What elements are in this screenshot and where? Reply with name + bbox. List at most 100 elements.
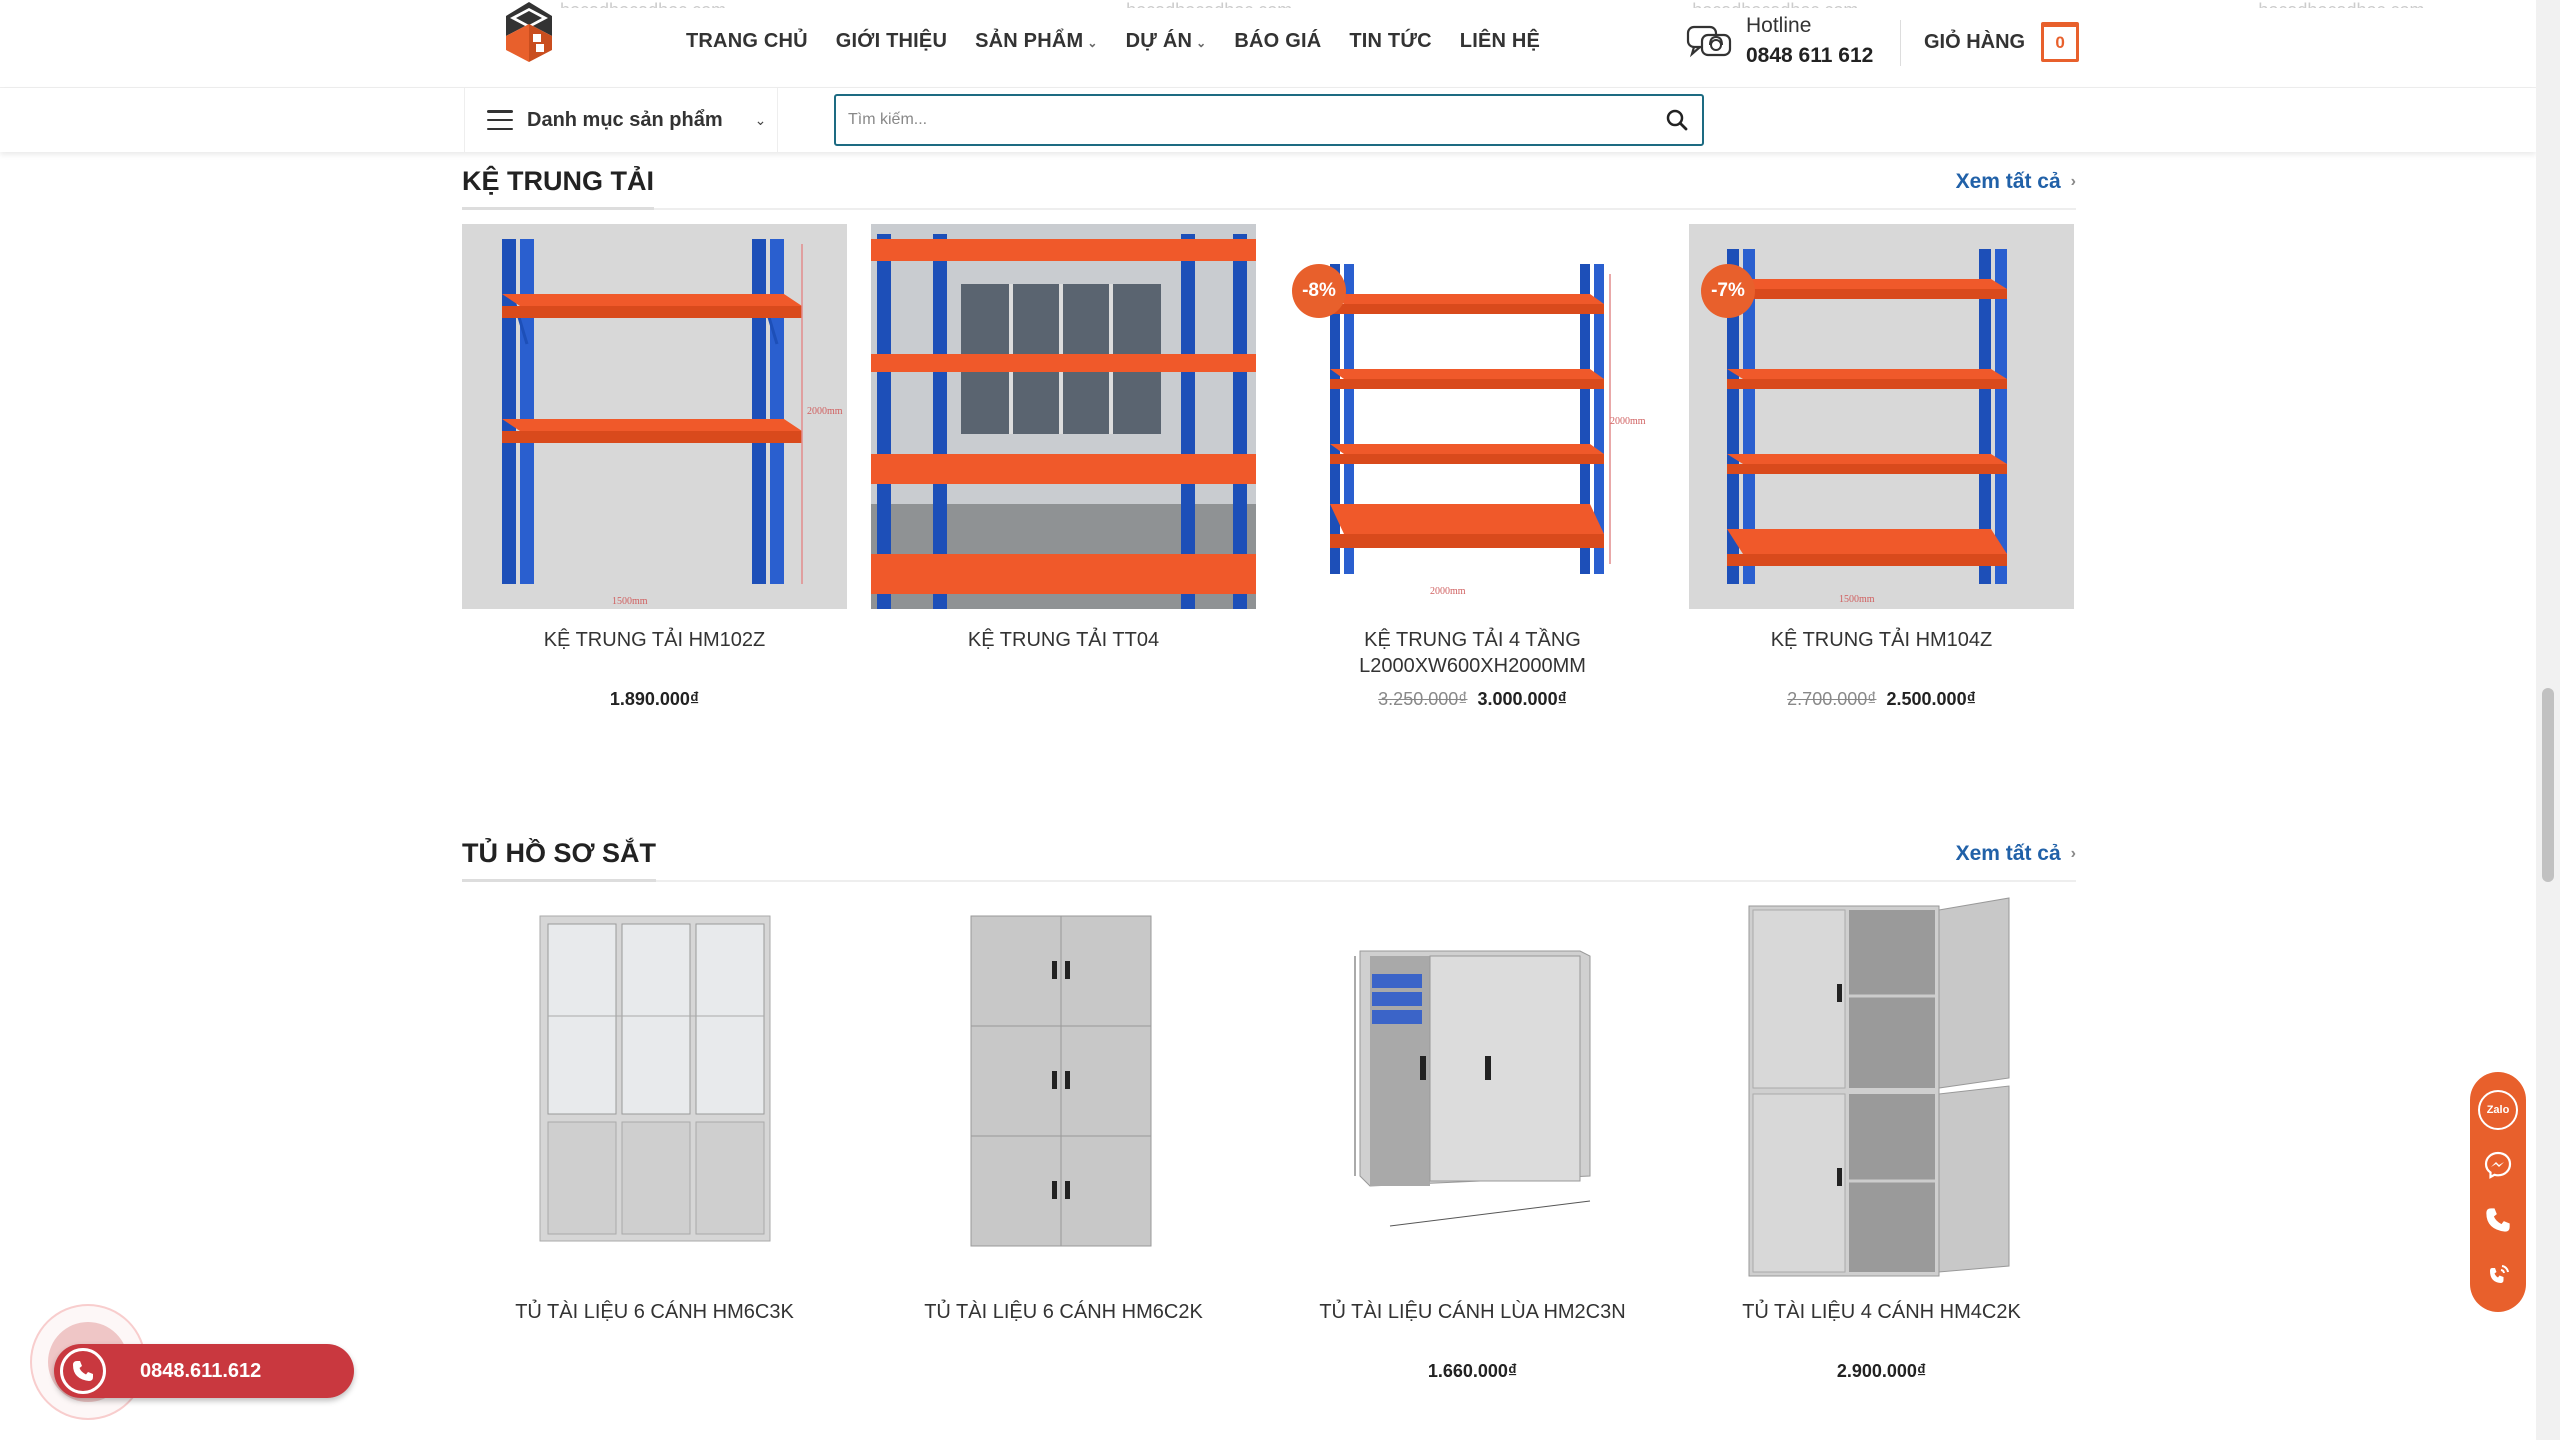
chevron-down-icon: ⌄: [1196, 35, 1207, 50]
discount-badge: -8%: [1292, 264, 1346, 318]
product-price: 2.900.000₫: [1689, 1361, 2074, 1382]
product-card[interactable]: 2000mm 2000mm -8% KỆ TRUNG TẢI 4 TẦNG L2…: [1280, 224, 1665, 710]
search-bar-row: Danh mục sản phẩm ⌄: [0, 88, 2536, 152]
social-float-bar: Zalo: [2470, 1072, 2526, 1312]
svg-text:2000mm: 2000mm: [807, 406, 843, 417]
zalo-icon[interactable]: Zalo: [2478, 1089, 2518, 1130]
nav-item-projects[interactable]: DỰ ÁN ⌄: [1126, 30, 1207, 53]
ghost-text-row: hocadhocadhoc com hocadhocadhoc com hoca…: [560, 0, 2425, 8]
product-price: 2.700.000₫ 2.500.000₫: [1689, 689, 2074, 710]
product-image[interactable]: [1280, 896, 1665, 1281]
support-chat-icon: [1686, 25, 1732, 58]
hotline-box[interactable]: Hotline 0848 611 612: [1686, 14, 1873, 68]
product-card[interactable]: TỦ TÀI LIỆU 4 CÁNH HM4C2K 2.900.000₫: [1689, 896, 2074, 1382]
ghost-text: hocadhocadhoc com: [1692, 0, 1858, 8]
product-name[interactable]: KỆ TRUNG TẢI TT04: [871, 627, 1256, 679]
nav-item-contact[interactable]: LIÊN HỆ: [1460, 30, 1540, 53]
site-logo[interactable]: [500, 0, 558, 64]
nav-item-label: TIN TỨC: [1349, 30, 1432, 52]
nav-item-label: GIỚI THIỆU: [835, 30, 948, 52]
hotline-label: Hotline: [1746, 14, 1812, 37]
scrollbar-thumb[interactable]: [2542, 688, 2554, 882]
search-input[interactable]: [836, 96, 1652, 144]
nav-item-label: TRANG CHỦ: [686, 30, 808, 52]
chevron-down-icon: ⌄: [754, 111, 767, 128]
view-all-label: Xem tất cả: [1955, 842, 2061, 865]
product-image[interactable]: [1689, 896, 2074, 1281]
cart-button[interactable]: GIỎ HÀNG 0: [1924, 22, 2080, 62]
product-name[interactable]: KỆ TRUNG TẢI HM104Z: [1689, 627, 2074, 679]
product-name[interactable]: TỦ TÀI LIỆU 4 CÁNH HM4C2K: [1689, 1299, 2074, 1351]
svg-text:1500mm: 1500mm: [612, 596, 648, 607]
section-title: KỆ TRUNG TẢI: [462, 166, 654, 210]
section-medium-shelves: KỆ TRUNG TẢI Xem tất cả › 2000mm 1500mm …: [462, 160, 2076, 710]
product-price: 3.250.000₫ 3.000.000₫: [1280, 689, 1665, 710]
product-current-price: 1.660.000₫: [1427, 1361, 1518, 1381]
product-name[interactable]: TỦ TÀI LIỆU CÁNH LÙA HM2C3N: [1280, 1299, 1665, 1351]
product-name[interactable]: TỦ TÀI LIỆU 6 CÁNH HM6C2K: [871, 1299, 1256, 1351]
category-menu-button[interactable]: Danh mục sản phẩm ⌄: [464, 88, 778, 152]
discount-badge: -7%: [1701, 264, 1755, 318]
product-name[interactable]: KỆ TRUNG TẢI 4 TẦNG L2000XW600XH2000MM: [1280, 627, 1665, 679]
product-card[interactable]: TỦ TÀI LIỆU 6 CÁNH HM6C2K: [871, 896, 1256, 1382]
phone-icon[interactable]: [2478, 1200, 2518, 1240]
svg-text:2000mm: 2000mm: [1430, 586, 1466, 597]
section-header: KỆ TRUNG TẢI Xem tất cả ›: [462, 160, 2076, 210]
nav-item-label: SẢN PHẨM: [975, 30, 1084, 52]
product-image[interactable]: 1500mm -7%: [1689, 224, 2074, 609]
product-card[interactable]: TỦ TÀI LIỆU CÁNH LÙA HM2C3N 1.660.000₫: [1280, 896, 1665, 1382]
section-steel-cabinets: TỦ HỒ SƠ SẮT Xem tất cả › TỦ TÀI LIỆU 6 C…: [462, 832, 2076, 1382]
ghost-text: hocadhocadhoc com: [1126, 0, 1292, 8]
product-price: 1.660.000₫: [1280, 1361, 1665, 1382]
section-title: TỦ HỒ SƠ SẮT: [462, 838, 657, 882]
main-nav: TRANG CHỦ GIỚI THIỆU SẢN PHẨM ⌄ DỰ ÁN ⌄ BÁ…: [686, 30, 1540, 53]
view-all-link[interactable]: Xem tất cả ›: [1956, 842, 2076, 866]
product-price: 1.890.000₫: [462, 689, 847, 710]
nav-item-news[interactable]: TIN TỨC: [1349, 30, 1431, 53]
product-name[interactable]: TỦ TÀI LIỆU 6 CÁNH HM6C3K: [462, 1299, 847, 1351]
product-image[interactable]: [871, 224, 1256, 609]
product-card[interactable]: KỆ TRUNG TẢI TT04: [871, 224, 1256, 710]
search-button[interactable]: [1652, 96, 1702, 144]
view-all-link[interactable]: Xem tất cả ›: [1956, 170, 2076, 194]
chevron-right-icon: ›: [2070, 173, 2076, 190]
product-old-price: 2.700.000₫: [1787, 689, 1877, 709]
svg-text:2000mm: 2000mm: [1610, 416, 1646, 427]
product-name[interactable]: KỆ TRUNG TẢI HM102Z: [462, 627, 847, 679]
site-header: hocadhocadhoc com hocadhocadhoc com hoca…: [0, 0, 2536, 88]
nav-item-products[interactable]: SẢN PHẨM ⌄: [975, 30, 1098, 53]
page-scrollbar[interactable]: [2536, 0, 2560, 1440]
hamburger-icon: [487, 110, 513, 130]
product-old-price: 3.250.000₫: [1378, 689, 1468, 709]
product-card[interactable]: TỦ TÀI LIỆU 6 CÁNH HM6C3K: [462, 896, 847, 1382]
ghost-text: hocadhocadhoc com: [560, 0, 726, 8]
product-image[interactable]: 2000mm 2000mm -8%: [1280, 224, 1665, 609]
cart-count-icon: 0: [2041, 22, 2080, 62]
svg-text:1500mm: 1500mm: [1839, 594, 1875, 605]
hotline-number[interactable]: 0848 611 612: [1746, 44, 1873, 68]
product-current-price: 1.890.000₫: [609, 689, 700, 709]
search-box: [834, 94, 1704, 146]
product-image[interactable]: 2000mm 1500mm: [462, 224, 847, 609]
section-header: TỦ HỒ SƠ SẮT Xem tất cả ›: [462, 832, 2076, 882]
call-number[interactable]: 0848.611.612: [140, 1360, 261, 1383]
ghost-text: hocadhocadhoc com: [2258, 0, 2424, 8]
nav-item-quote[interactable]: BÁO GIÁ: [1234, 30, 1321, 53]
product-image[interactable]: [462, 896, 847, 1281]
search-icon: [1666, 109, 1688, 131]
nav-item-about[interactable]: GIỚI THIỆU: [836, 30, 947, 53]
product-image[interactable]: [871, 896, 1256, 1281]
product-card[interactable]: 1500mm -7% KỆ TRUNG TẢI HM104Z 2.700.000…: [1689, 224, 2074, 710]
nav-item-home[interactable]: TRANG CHỦ: [686, 30, 808, 53]
floating-call-button[interactable]: 0848.611.612: [30, 1304, 360, 1434]
nav-item-label: DỰ ÁN: [1125, 30, 1193, 52]
category-menu-label: Danh mục sản phẩm: [527, 108, 723, 131]
cart-label: GIỎ HÀNG: [1924, 30, 2026, 53]
product-current-price: 2.900.000₫: [1836, 1361, 1927, 1381]
view-all-label: Xem tất cả: [1955, 170, 2061, 193]
product-current-price: 2.500.000₫: [1886, 689, 1976, 709]
product-card[interactable]: 2000mm 1500mm KỆ TRUNG TẢI HM102Z 1.890.…: [462, 224, 847, 710]
product-current-price: 3.000.000₫: [1477, 689, 1567, 709]
messenger-icon[interactable]: [2478, 1145, 2518, 1185]
ringing-phone-icon[interactable]: [2478, 1255, 2518, 1295]
